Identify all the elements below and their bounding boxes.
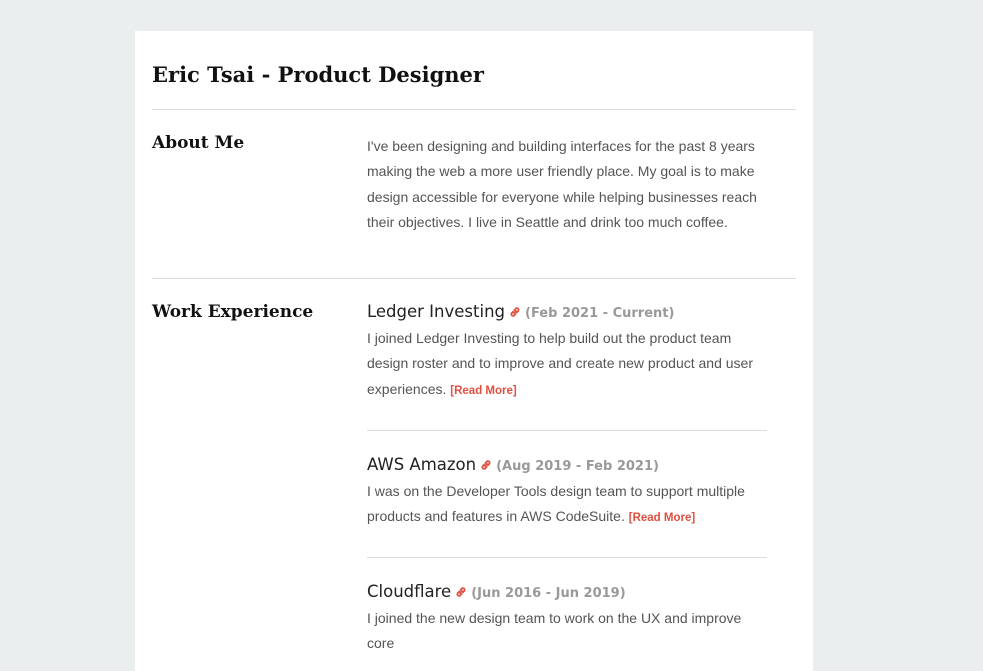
job-header: Cloudflare (Jun 2016 - Jun 2019) [367, 582, 772, 601]
work-heading: Work Experience [152, 302, 314, 322]
company-name: AWS Amazon [367, 455, 477, 474]
job-header: Ledger Investing (Feb 2021 - Current) [367, 302, 772, 321]
job-divider [367, 430, 767, 431]
job-entry: AWS Amazon (Aug 2019 - Feb 2021) I was o… [367, 455, 772, 532]
job-header: AWS Amazon (Aug 2019 - Feb 2021) [367, 455, 772, 474]
company-name: Cloudflare [367, 582, 452, 601]
page-title: Eric Tsai - Product Designer [152, 62, 484, 87]
read-more-link[interactable]: [Read More] [450, 385, 516, 397]
job-dates: (Jun 2016 - Jun 2019) [471, 586, 626, 601]
job-divider [367, 557, 767, 558]
read-more-link[interactable]: [Read More] [629, 512, 695, 524]
about-divider [152, 278, 796, 279]
link-icon[interactable] [509, 305, 521, 317]
job-dates: (Aug 2019 - Feb 2021) [496, 459, 659, 474]
job-entry: Ledger Investing (Feb 2021 - Current) I … [367, 302, 772, 404]
job-description: I was on the Developer Tools design team… [367, 479, 772, 532]
job-entry: Cloudflare (Jun 2016 - Jun 2019) I joine… [367, 582, 772, 657]
about-text: I've been designing and building interfa… [367, 138, 757, 230]
link-icon[interactable] [480, 458, 492, 470]
company-name: Ledger Investing [367, 302, 506, 321]
job-description-text: I joined Ledger Investing to help build … [367, 330, 754, 397]
about-heading: About Me [152, 133, 245, 153]
job-dates: (Feb 2021 - Current) [525, 306, 675, 321]
job-description-text: I joined the new design team to work on … [367, 610, 742, 652]
link-icon[interactable] [455, 585, 467, 597]
job-description: I joined the new design team to work on … [367, 606, 772, 657]
title-divider [152, 109, 796, 110]
resume-card: Eric Tsai - Product Designer About Me I'… [135, 31, 813, 671]
job-description: I joined Ledger Investing to help build … [367, 326, 772, 404]
